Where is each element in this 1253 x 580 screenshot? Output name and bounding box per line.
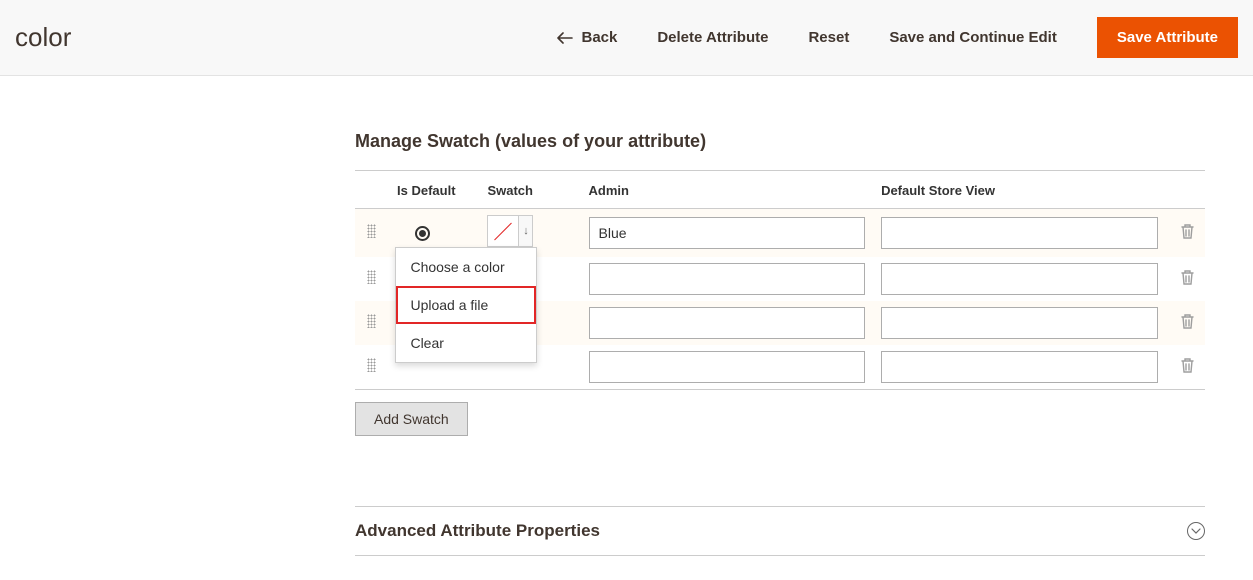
- page-title: color: [15, 22, 71, 53]
- advanced-title: Advanced Attribute Properties: [355, 521, 600, 541]
- col-admin: Admin: [581, 171, 874, 209]
- table-row: ↓ Choose a color Upload a file Clear: [355, 209, 1205, 258]
- save-and-continue-button[interactable]: Save and Continue Edit: [889, 29, 1057, 46]
- reset-button[interactable]: Reset: [808, 29, 849, 46]
- trash-icon[interactable]: [1180, 272, 1195, 289]
- is-default-radio[interactable]: [415, 226, 430, 241]
- col-swatch: Swatch: [479, 171, 580, 209]
- swatch-dropdown-menu: Choose a color Upload a file Clear: [395, 247, 537, 363]
- page-header: color Back Delete Attribute Reset Save a…: [0, 0, 1253, 76]
- swatch-preview[interactable]: [488, 216, 518, 246]
- drag-handle-icon[interactable]: [367, 314, 376, 328]
- admin-input[interactable]: [589, 351, 866, 383]
- drag-handle-icon[interactable]: [367, 358, 376, 372]
- col-drag: [355, 171, 389, 209]
- store-view-input[interactable]: [881, 217, 1158, 249]
- add-swatch-button[interactable]: Add Swatch: [355, 402, 468, 436]
- swatch-section-title: Manage Swatch (values of your attribute): [355, 131, 1205, 152]
- back-button[interactable]: Back: [557, 29, 617, 46]
- header-actions: Back Delete Attribute Reset Save and Con…: [557, 17, 1238, 58]
- back-label: Back: [581, 29, 617, 46]
- col-delete: [1166, 171, 1205, 209]
- swatch-picker[interactable]: ↓: [487, 215, 533, 247]
- store-view-input[interactable]: [881, 263, 1158, 295]
- col-store-view: Default Store View: [873, 171, 1166, 209]
- drag-handle-icon[interactable]: [367, 224, 376, 238]
- swatch-dropdown-toggle[interactable]: ↓: [518, 216, 532, 246]
- arrow-down-icon: ↓: [523, 225, 529, 237]
- arrow-left-icon: [557, 32, 573, 44]
- admin-input[interactable]: [589, 263, 866, 295]
- dropdown-choose-color[interactable]: Choose a color: [396, 248, 536, 286]
- chevron-down-icon: [1187, 522, 1205, 540]
- trash-icon[interactable]: [1180, 226, 1195, 243]
- col-is-default: Is Default: [389, 171, 479, 209]
- drag-handle-icon[interactable]: [367, 270, 376, 284]
- delete-attribute-button[interactable]: Delete Attribute: [657, 29, 768, 46]
- save-attribute-button[interactable]: Save Attribute: [1097, 17, 1238, 58]
- main-content: Manage Swatch (values of your attribute)…: [355, 131, 1205, 556]
- store-view-input[interactable]: [881, 351, 1158, 383]
- admin-input[interactable]: [589, 217, 866, 249]
- admin-input[interactable]: [589, 307, 866, 339]
- trash-icon[interactable]: [1180, 360, 1195, 377]
- advanced-properties-toggle[interactable]: Advanced Attribute Properties: [355, 506, 1205, 556]
- store-view-input[interactable]: [881, 307, 1158, 339]
- dropdown-upload-file[interactable]: Upload a file: [396, 286, 536, 324]
- trash-icon[interactable]: [1180, 316, 1195, 333]
- swatch-table: Is Default Swatch Admin Default Store Vi…: [355, 170, 1205, 390]
- dropdown-clear[interactable]: Clear: [396, 324, 536, 362]
